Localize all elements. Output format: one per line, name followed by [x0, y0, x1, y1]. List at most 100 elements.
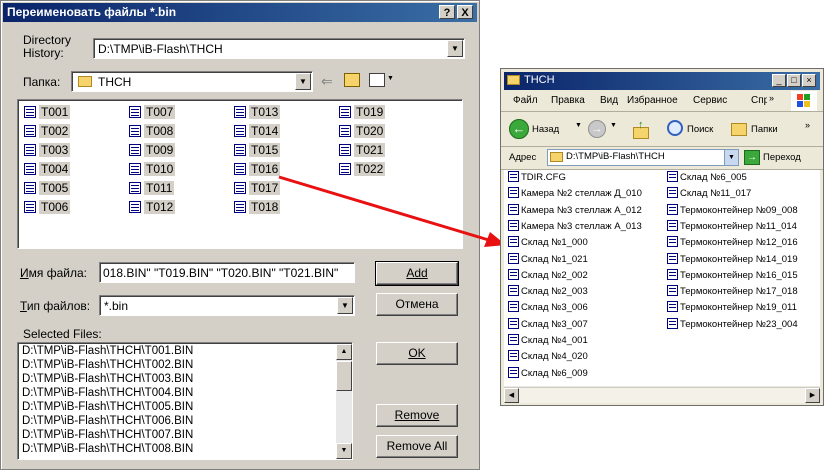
explorer-file-name: Термоконтейнер №09_008: [680, 204, 798, 216]
file-icon: [508, 317, 519, 329]
chevron-down-icon[interactable]: ▼: [575, 122, 582, 129]
explorer-file-item[interactable]: Склад №1_000: [508, 235, 588, 250]
menu-file[interactable]: Файл: [513, 95, 538, 106]
explorer-file-name: Термоконтейнер №23_004: [680, 318, 798, 330]
scroll-left-icon[interactable]: ◀: [504, 388, 519, 403]
explorer-file-name: Камера №2 стеллаж Д_010: [521, 188, 642, 200]
explorer-file-name: Термоконтейнер №16_015: [680, 269, 798, 281]
file-icon: [508, 350, 519, 362]
explorer-menu-bar: Файл Правка Вид Избранное Сервис Справка…: [501, 91, 823, 112]
explorer-file-name: Термоконтейнер №14_019: [680, 253, 798, 265]
back-icon[interactable]: ←: [509, 119, 529, 139]
menu-favorites[interactable]: Избранное: [627, 95, 678, 106]
file-icon: [667, 219, 678, 231]
explorer-file-column-1: TDIR.CFG Камера №2 стеллаж Д_010 Камера №3…: [508, 170, 668, 384]
explorer-file-name: Склад №4_001: [521, 335, 588, 346]
explorer-file-name: TDIR.CFG: [521, 172, 566, 183]
explorer-file-name: Термоконтейнер №11_014: [680, 220, 797, 232]
explorer-file-column-2: Склад №6_005 Склад №11_017 Термоконтейнер …: [667, 170, 819, 384]
search-icon[interactable]: [667, 120, 683, 136]
back-label[interactable]: Назад: [532, 124, 559, 135]
explorer-file-item[interactable]: Камера №3 стеллаж А_012: [508, 203, 642, 218]
explorer-file-item[interactable]: TDIR.CFG: [508, 170, 566, 185]
go-label[interactable]: Переход: [763, 152, 801, 163]
explorer-file-item[interactable]: Камера №3 стеллаж А_013: [508, 219, 642, 234]
explorer-file-item[interactable]: Склад №4_001: [508, 333, 588, 348]
file-icon: [508, 366, 519, 378]
explorer-file-item[interactable]: Склад №4_020: [508, 349, 588, 364]
explorer-file-area[interactable]: TDIR.CFG Камера №2 стеллаж Д_010 Камера №3…: [504, 170, 820, 386]
explorer-file-item[interactable]: Склад №2_002: [508, 268, 588, 283]
explorer-file-name: Термоконтейнер №19_011: [680, 302, 797, 314]
explorer-file-name: Склад №1_021: [521, 253, 588, 265]
chevron-double-icon[interactable]: »: [769, 93, 774, 103]
file-icon: [508, 236, 519, 248]
explorer-title-bar[interactable]: THCH _ □ ×: [504, 72, 820, 90]
explorer-window: THCH _ □ × Файл Правка Вид Избранное Сер…: [500, 68, 824, 406]
menu-view[interactable]: Вид: [600, 95, 618, 106]
folder-icon: [507, 75, 520, 85]
minimize-button[interactable]: _: [772, 74, 786, 87]
address-bar: Адрес D:\TMP\iB-Flash\THCH ▼ → Переход: [501, 147, 823, 170]
explorer-file-name: Склад №11_017: [680, 188, 752, 200]
explorer-file-item[interactable]: Термоконтейнер №14_019: [667, 252, 798, 267]
address-value: D:\TMP\iB-Flash\THCH: [566, 151, 665, 162]
explorer-file-item[interactable]: Склад №3_007: [508, 317, 588, 332]
file-icon: [508, 301, 519, 313]
explorer-file-name: Склад №2_003: [521, 286, 588, 298]
file-icon: [667, 285, 678, 297]
explorer-file-name: Склад №2_002: [521, 269, 588, 281]
explorer-file-item[interactable]: Термоконтейнер №09_008: [667, 203, 798, 218]
search-label[interactable]: Поиск: [687, 124, 713, 135]
arrow-line: [278, 175, 493, 243]
explorer-file-name: Склад №6_005: [680, 172, 747, 183]
file-icon: [667, 252, 678, 264]
chevron-double-icon[interactable]: »: [805, 120, 810, 130]
folders-label[interactable]: Папки: [751, 124, 778, 135]
explorer-hscrollbar[interactable]: ◀ ▶: [504, 387, 820, 403]
file-icon: [667, 268, 678, 280]
menu-tools[interactable]: Сервис: [693, 95, 727, 106]
go-arrow-icon[interactable]: →: [744, 150, 760, 165]
file-icon: [667, 203, 678, 215]
file-icon: [508, 219, 519, 231]
up-icon[interactable]: ↑: [633, 119, 649, 139]
chevron-down-icon[interactable]: ▼: [724, 150, 738, 165]
explorer-file-item[interactable]: Склад №6_009: [508, 366, 588, 381]
explorer-file-item[interactable]: Склад №3_006: [508, 300, 588, 315]
menu-help[interactable]: Справка: [751, 95, 767, 106]
explorer-file-item[interactable]: Термоконтейнер №12_016: [667, 235, 798, 250]
file-icon: [508, 252, 519, 264]
file-icon: [667, 236, 678, 248]
explorer-file-item[interactable]: Склад №11_017: [667, 186, 751, 201]
explorer-file-name: Склад №3_006: [521, 302, 588, 314]
explorer-file-name: Термоконтейнер №17_018: [680, 286, 798, 298]
address-input[interactable]: D:\TMP\iB-Flash\THCH ▼: [547, 149, 739, 166]
explorer-file-item[interactable]: Термоконтейнер №17_018: [667, 284, 798, 299]
close-button[interactable]: ×: [802, 74, 816, 87]
scroll-right-icon[interactable]: ▶: [805, 388, 820, 403]
forward-icon[interactable]: →: [588, 120, 606, 138]
explorer-file-item[interactable]: Склад №1_021: [508, 252, 588, 267]
address-label: Адрес: [509, 152, 537, 163]
file-icon: [508, 187, 519, 199]
folder-icon: [550, 152, 563, 162]
explorer-file-item[interactable]: Термоконтейнер №11_014: [667, 219, 797, 234]
explorer-title: THCH: [524, 74, 555, 86]
explorer-file-item[interactable]: Камера №2 стеллаж Д_010: [508, 186, 642, 201]
maximize-button[interactable]: □: [787, 74, 801, 87]
menu-edit[interactable]: Правка: [551, 95, 585, 106]
explorer-file-item[interactable]: Термоконтейнер №23_004: [667, 317, 798, 332]
file-icon: [667, 317, 678, 329]
explorer-file-name: Камера №3 стеллаж А_012: [521, 204, 642, 216]
explorer-toolbar: ← Назад ▼ → ▼ ↑ Поиск Папки »: [501, 112, 823, 147]
explorer-file-name: Склад №4_020: [521, 351, 588, 363]
explorer-file-item[interactable]: Склад №2_003: [508, 284, 588, 299]
folders-icon[interactable]: [731, 123, 747, 136]
explorer-file-item[interactable]: Склад №6_005: [667, 170, 747, 185]
chevron-down-icon[interactable]: ▼: [610, 122, 617, 129]
file-icon: [667, 301, 678, 313]
file-icon: [508, 203, 519, 215]
explorer-file-item[interactable]: Термоконтейнер №16_015: [667, 268, 798, 283]
explorer-file-item[interactable]: Термоконтейнер №19_011: [667, 300, 797, 315]
